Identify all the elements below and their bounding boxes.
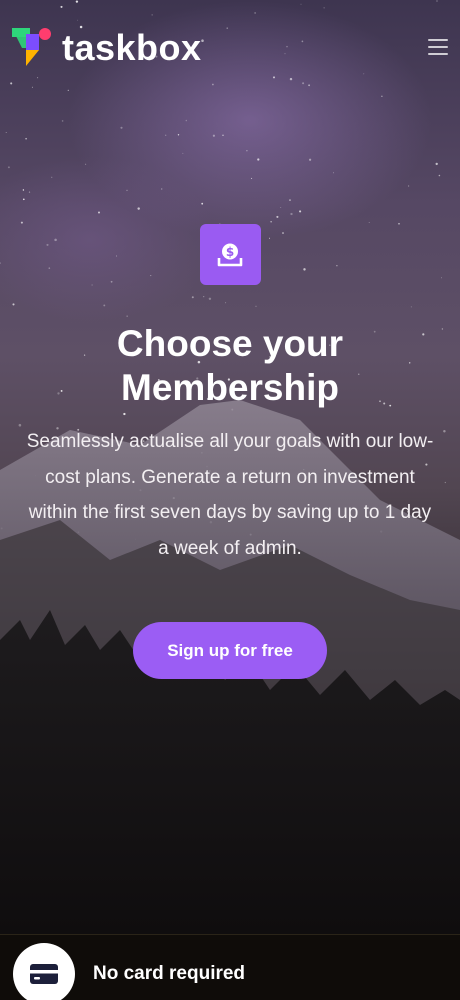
svg-text:$: $ [226, 245, 234, 259]
no-card-required-text: No card required [93, 963, 246, 984]
logo-text: taskbox [62, 27, 202, 68]
logo[interactable]: taskbox [12, 28, 202, 68]
hero-description: Seamlessly actualise all your goals with… [26, 431, 434, 559]
hero-content: $ Choose your Membership Seamlessly actu… [0, 224, 460, 679]
hamburger-menu-icon[interactable] [428, 39, 448, 55]
feature-icon-tile: $ [199, 224, 261, 285]
card-badge [13, 943, 75, 1000]
sign-up-button[interactable]: Sign up for free [133, 622, 327, 679]
page-title: Choose your Membership [116, 323, 344, 408]
footer-bar: No card required [0, 934, 460, 1000]
taskbox-logo-icon [12, 28, 51, 66]
money-deposit-icon: $ [217, 243, 243, 266]
site-header: taskbox [0, 0, 460, 95]
credit-card-icon [30, 964, 58, 984]
